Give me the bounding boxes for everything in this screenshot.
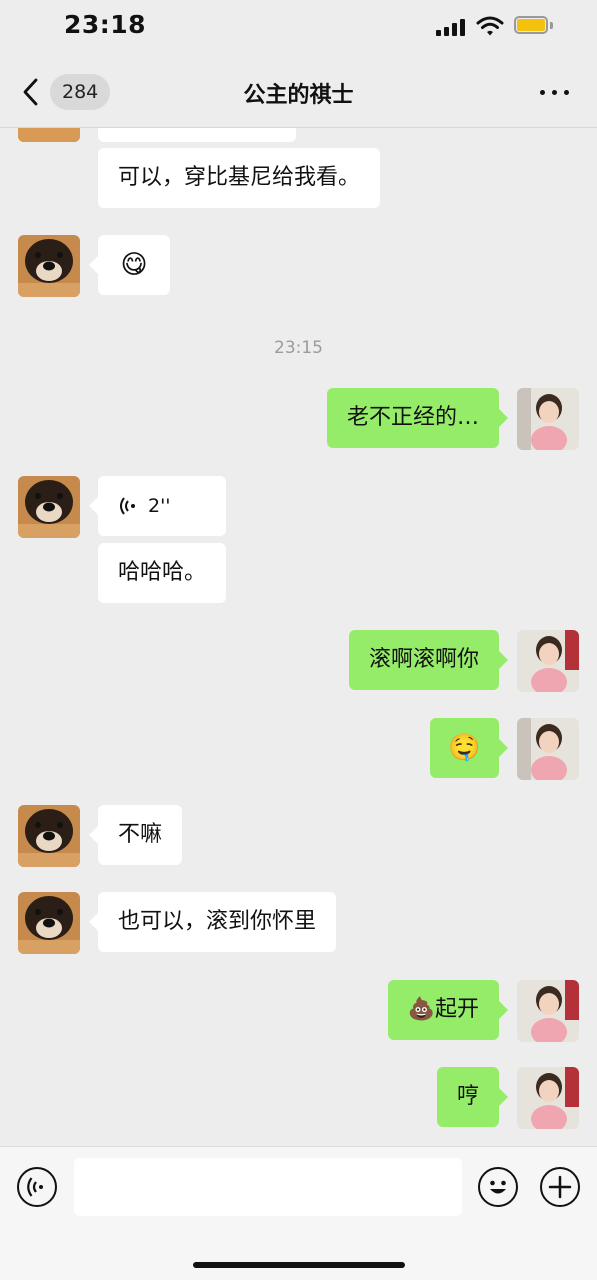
contact-avatar[interactable] [18,235,80,297]
message-bubble-outgoing[interactable]: 💩起开 [387,980,509,1040]
contact-avatar[interactable] [18,476,80,538]
plus-icon[interactable] [540,1167,580,1207]
wifi-icon [476,16,504,36]
message-list[interactable]: 可以，穿比基尼给我看。 😋 23:15 老不正经的… 2'' 哈哈哈。 滚啊滚啊… [0,128,597,1146]
input-bar [0,1146,597,1280]
my-avatar[interactable] [517,718,579,780]
status-time: 23:18 [64,10,147,39]
message-bubble-outgoing[interactable]: 老不正经的… [326,388,509,448]
my-avatar[interactable] [517,1067,579,1129]
message-bubble-partial[interactable] [98,128,296,142]
contact-avatar[interactable] [18,128,80,142]
voice-message-bubble[interactable]: 2'' [89,476,226,536]
message-bubble-emoji-outgoing[interactable]: 🤤 [430,718,508,778]
status-bar: 23:18 [0,0,597,56]
message-bubble[interactable]: 哈哈哈。 [98,543,227,603]
nav-bar: 284 公主的祺士 [0,56,597,128]
message-timestamp: 23:15 [274,338,323,358]
voice-duration: 2'' [148,495,171,517]
message-bubble[interactable]: 也可以，滚到你怀里 [88,892,337,952]
message-input[interactable] [74,1158,462,1216]
my-avatar[interactable] [517,630,579,692]
voice-mode-icon[interactable] [17,1167,57,1207]
cellular-signal-icon [436,18,466,36]
message-bubble[interactable]: 不嘛 [88,805,183,865]
more-dots-icon[interactable] [538,82,572,102]
message-bubble-outgoing[interactable]: 滚啊滚啊你 [348,630,509,690]
message-bubble-outgoing[interactable]: 哼 [436,1067,509,1127]
contact-avatar[interactable] [18,805,80,867]
emoji-icon[interactable] [478,1167,518,1207]
battery-icon [514,16,554,36]
home-indicator[interactable] [193,1262,405,1268]
my-avatar[interactable] [517,980,579,1042]
chat-title: 公主的祺士 [243,83,354,108]
voice-wave-icon [120,497,135,515]
my-avatar[interactable] [517,388,579,450]
message-bubble-emoji[interactable]: 😋 [89,235,170,295]
message-bubble[interactable]: 可以，穿比基尼给我看。 [98,148,381,208]
contact-avatar[interactable] [18,892,80,954]
